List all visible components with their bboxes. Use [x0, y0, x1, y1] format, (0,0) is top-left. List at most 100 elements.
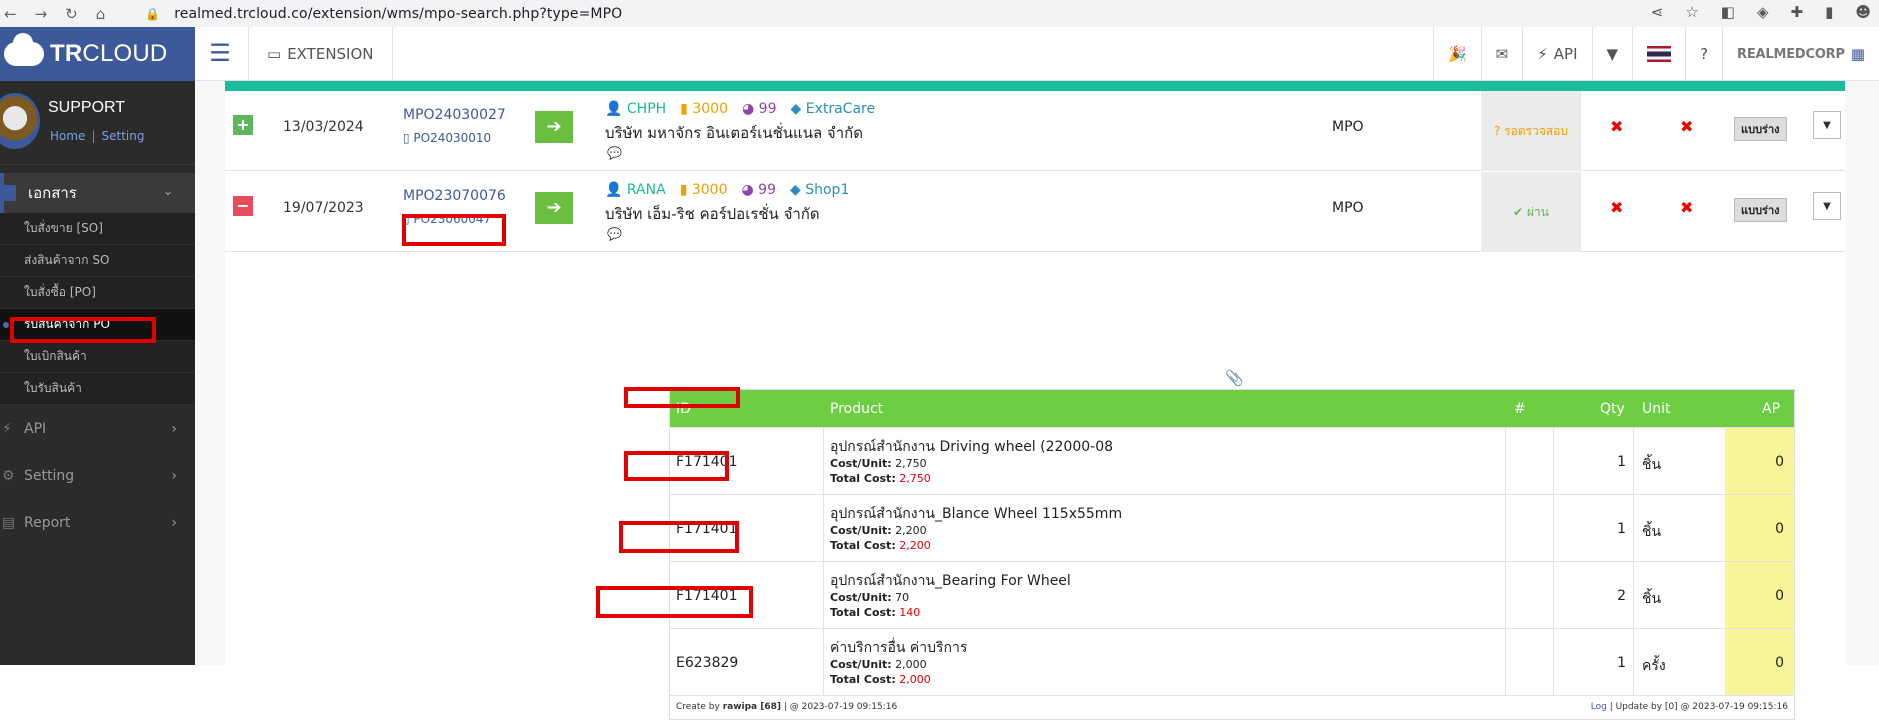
menu-label: Setting	[24, 467, 75, 484]
shield-icon[interactable]: ◈	[1757, 3, 1769, 21]
api-label: API	[1553, 45, 1578, 63]
branch-tag: ◕ 99	[742, 182, 777, 198]
close-icon[interactable]: ✖	[1680, 117, 1693, 136]
sidebar-menu-report[interactable]: ▤ Report ›	[0, 499, 195, 546]
close-icon[interactable]: ✖	[1680, 198, 1693, 217]
caret-down-icon[interactable]: ▼	[1591, 27, 1633, 81]
extension-button[interactable]: ▭ EXTENSION	[248, 27, 393, 81]
comment-icon[interactable]: 💬	[607, 227, 622, 241]
sidebar-menu-setting[interactable]: ⚙ Setting ›	[0, 452, 195, 499]
user-tag: 👤 CHPH	[605, 101, 666, 117]
sidebar-item-label: ใบสั่งซื้อ [PO]	[24, 285, 96, 299]
expand-toggle-button[interactable]: +	[233, 115, 253, 135]
column-header-product: Product	[830, 400, 884, 417]
url-text[interactable]: realmed.trcloud.co/extension/wms/mpo-sea…	[174, 6, 622, 22]
user-icon: 👤	[605, 182, 623, 198]
paperclip-icon[interactable]: 📎	[1225, 369, 1244, 387]
building-icon: ▦	[1850, 45, 1865, 63]
draft-button[interactable]: แบบร่าง	[1734, 198, 1787, 222]
chevron-right-icon: ›	[171, 467, 177, 484]
chevron-down-icon: ⌄	[162, 184, 173, 198]
created-by-time: | @ 2023-07-19 09:15:16	[783, 702, 898, 712]
warehouse-tag: ▮ 3000	[680, 182, 728, 198]
main-content: + 13/03/2024 MPO24030027 ▯ PO24030010 ➔ …	[195, 81, 1879, 720]
language-flag[interactable]	[1632, 27, 1685, 81]
sidebar-item-ship-from-so[interactable]: ส่งสินค้าจาก SO	[0, 245, 195, 277]
cost-label: Cost/Unit:	[830, 457, 892, 470]
highlight-box	[624, 387, 740, 408]
sidebar-section-documents[interactable]: เอกสาร ⌄	[0, 173, 195, 213]
home-icon[interactable]: ⌂	[96, 5, 106, 23]
cost-label: Cost/Unit:	[830, 591, 892, 604]
mpo-link[interactable]: MPO23070076	[403, 188, 506, 204]
pie-chart-icon: ◕	[741, 182, 754, 198]
draft-button[interactable]: แบบร่าง	[1734, 117, 1787, 141]
mpo-link[interactable]: MPO24030027	[403, 107, 506, 123]
sidebar-item-so[interactable]: ใบสั่งขาย [SO]	[0, 213, 195, 245]
total-cost: Total Cost: 2,000	[830, 673, 931, 686]
cost-value: 2,750	[895, 457, 927, 470]
log-link[interactable]: Log	[1591, 702, 1607, 712]
highlight-box	[402, 214, 506, 246]
user-tag-text: CHPH	[626, 101, 667, 117]
brand-logo[interactable]: TRCLOUD	[0, 27, 195, 81]
total-value: 2,750	[899, 472, 931, 485]
mail-icon[interactable]: ✉	[1480, 27, 1523, 81]
open-arrow-button[interactable]: ➔	[535, 192, 573, 224]
cube-icon: ◆	[790, 182, 801, 198]
close-icon[interactable]: ✖	[1610, 117, 1623, 136]
sidebar-item-label: ใบเบิกสินค้า	[24, 349, 87, 363]
detail-row: F171401 อุปกรณ์สำนักงาน_Blance Wheel 115…	[670, 494, 1794, 561]
chevron-down-icon[interactable]: ▼	[1813, 111, 1841, 139]
company-name: REALMEDCORP	[1737, 46, 1845, 62]
updated-by-info: | Update by [0] @ 2023-07-19 09:15:16	[1609, 702, 1788, 712]
ap-cell: 0	[1725, 629, 1794, 695]
question-icon: ?	[1493, 123, 1501, 138]
setting-link[interactable]: Setting	[101, 129, 144, 143]
reload-icon[interactable]: ↻	[65, 5, 78, 23]
sidebar-menu-api[interactable]: ⚡ API ›	[0, 405, 195, 452]
chevron-right-icon: ›	[171, 420, 177, 437]
lock-icon[interactable]: 🔒	[145, 7, 160, 21]
total-cost: Total Cost: 2,200	[830, 539, 931, 552]
file-icon: ▯	[403, 131, 414, 145]
back-arrow-icon[interactable]: ←	[4, 5, 17, 23]
building-icon: ▮	[679, 182, 688, 198]
column-header-unit: Unit	[1642, 400, 1671, 417]
browser-address-bar: ← → ↻ ⌂ 🔒 realmed.trcloud.co/extension/w…	[0, 0, 1879, 27]
total-label: Total Cost:	[830, 472, 896, 485]
puzzle-icon[interactable]: ✚	[1791, 3, 1804, 21]
item-qty: 2	[1617, 588, 1626, 604]
company-name: บริษัท มหาจักร อินเตอร์เนชั่นแนล จำกัด	[605, 124, 863, 142]
po-link[interactable]: ▯ PO24030010	[403, 131, 491, 145]
help-icon[interactable]: ?	[1685, 27, 1722, 81]
close-icon[interactable]: ✖	[1610, 198, 1623, 217]
chevron-down-icon[interactable]: ▼	[1813, 192, 1841, 220]
gear-icon: ⚙	[2, 467, 15, 484]
bookmark-star-icon[interactable]: ☆	[1685, 3, 1698, 21]
party-icon[interactable]: 🎉	[1432, 27, 1481, 81]
sidebar-item-po[interactable]: ใบสั่งซื้อ [PO]	[0, 277, 195, 309]
extension-icon[interactable]: ◧	[1721, 3, 1735, 21]
side-panel-icon[interactable]: ▮	[1825, 3, 1833, 21]
item-unit: ชิ้น	[1642, 524, 1662, 540]
status-cell: ? รอตรวจสอบ	[1481, 91, 1581, 171]
sidebar-item-label: ส่งสินค้าจาก SO	[24, 253, 110, 267]
cost-label: Cost/Unit:	[830, 524, 892, 537]
forward-arrow-icon[interactable]: →	[35, 5, 48, 23]
status-cell: ✔ ผ่าน	[1481, 172, 1581, 252]
sidebar-item-receipt[interactable]: ใบรับสินค้า	[0, 373, 195, 405]
comment-icon[interactable]: 💬	[607, 146, 622, 160]
share-icon[interactable]: ⋖	[1651, 3, 1664, 21]
table-header-strip	[225, 81, 1845, 91]
ap-value: 0	[1775, 521, 1784, 537]
profile-icon[interactable]: ☻	[1855, 3, 1871, 21]
extension-label: EXTENSION	[287, 45, 374, 63]
sidebar-item-withdraw[interactable]: ใบเบิกสินค้า	[0, 341, 195, 373]
api-button[interactable]: ⚡ API	[1522, 27, 1591, 81]
hamburger-menu-icon[interactable]: ☰	[205, 39, 235, 69]
home-link[interactable]: Home	[50, 129, 85, 143]
open-arrow-button[interactable]: ➔	[535, 111, 573, 143]
collapse-toggle-button[interactable]: −	[233, 196, 253, 216]
company-menu[interactable]: REALMEDCORP ▦	[1722, 27, 1879, 81]
